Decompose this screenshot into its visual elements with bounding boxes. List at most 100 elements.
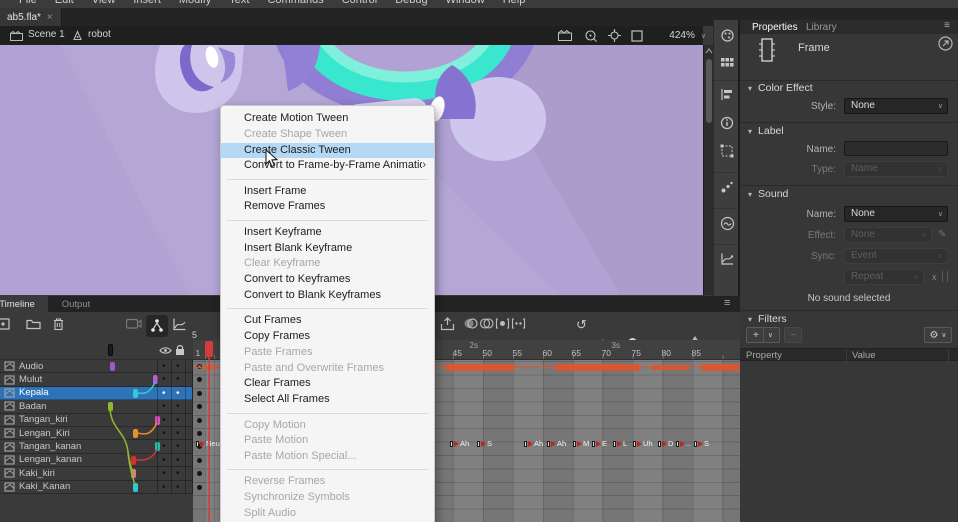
menu-bar-item[interactable]: Edit [46,0,83,6]
context-menu-item[interactable]: Paste Frames [221,345,434,361]
layer-visible-dot[interactable]: • [162,387,166,400]
context-menu-item[interactable]: Split Audio [221,506,434,522]
tab-output[interactable]: Output [50,296,102,312]
parent-marker[interactable] [133,483,138,492]
show-tween-graph-icon[interactable] [172,317,187,331]
menu-bar-item[interactable]: Debug [386,0,436,6]
context-menu-item[interactable]: Paste Motion [221,433,434,449]
parent-marker[interactable] [131,456,136,465]
help-share-icon[interactable] [938,36,953,51]
context-menu-item[interactable]: Synchronize Symbols [221,490,434,506]
frame-label[interactable]: L [613,437,627,450]
frame-label[interactable]: M [573,437,589,450]
parent-marker[interactable] [131,469,136,478]
context-menu-item[interactable]: Copy Frames [221,329,434,345]
layer-lock-dot[interactable]: • [176,481,180,494]
stage-scrollbar[interactable] [703,45,713,295]
sound-name-dropdown[interactable]: None ∨ [844,206,948,222]
motion-editor-icon[interactable] [720,252,734,266]
section-label[interactable]: ▾Label [748,125,784,137]
context-menu-item[interactable]: Convert to Keyframes [221,272,434,288]
sound-repeat-dropdown[interactable]: Repeat ∨ [844,269,924,285]
layer-name-cell[interactable]: Tangan_kiri • • [0,414,193,427]
sound-sync-dropdown[interactable]: Event ∨ [844,248,948,264]
context-menu-item[interactable]: Paste Motion Special... [221,449,434,465]
info-panel-icon[interactable] [720,116,734,130]
layer-lock-dot[interactable]: • [176,360,180,373]
layer-visible-dot[interactable]: • [162,454,166,467]
breadcrumb-scene[interactable]: Scene 1 [28,29,65,40]
layer-lock-dot[interactable]: • [176,373,180,386]
label-name-input[interactable] [844,141,948,156]
context-menu-item[interactable]: Reverse Frames [221,474,434,490]
breadcrumb-symbol[interactable]: robot [88,29,111,40]
context-menu-item[interactable]: Cut Frames [221,313,434,329]
modify-markers-icon[interactable] [511,317,526,330]
frame-label[interactable]: S [477,437,492,450]
layer-lock-dot[interactable]: • [176,400,180,413]
context-menu-item[interactable] [221,174,434,184]
layer-name-cell[interactable]: Audio • • [0,360,193,373]
swatches-icon[interactable] [720,56,735,69]
zoom-level-dropdown[interactable]: 424% ∨ [648,28,706,43]
frame-label[interactable]: .. [676,437,690,450]
menu-bar-item[interactable]: Commands [258,0,332,6]
layer-lock-dot[interactable]: • [176,467,180,480]
filter-options-button[interactable]: ⚙ ∨ [924,327,952,343]
section-sound[interactable]: ▾Sound [748,188,788,200]
transform-panel-icon[interactable] [720,144,734,158]
center-frame-icon[interactable] [608,29,621,42]
parent-marker-column-icon[interactable] [108,344,113,356]
context-menu-item[interactable]: Insert Frame [221,184,434,200]
context-menu-item[interactable] [221,304,434,314]
menu-bar-item[interactable]: Modify [170,0,220,6]
eye-icon[interactable] [159,346,172,355]
label-type-dropdown[interactable]: Name ∨ [844,161,948,177]
layer-visible-dot[interactable]: • [162,373,166,386]
align-panel-icon[interactable] [720,88,735,101]
close-icon[interactable]: × [47,12,53,23]
context-menu-item[interactable]: Insert Keyframe [221,225,434,241]
context-menu-item[interactable]: Insert Blank Keyframe [221,241,434,257]
camera-view-icon[interactable] [558,30,572,41]
stage-scrollbar-thumb[interactable] [706,59,712,123]
layer-name-cell[interactable]: Mulut • • [0,373,193,386]
loop-playback-icon[interactable]: ↺ [576,317,587,333]
layer-visible-dot[interactable]: • [162,360,166,373]
document-tab[interactable]: ab5.fla* × [0,8,62,26]
rotation-tool-icon[interactable] [584,29,597,42]
frame-label[interactable]: S [694,437,709,450]
export-frames-icon[interactable] [440,317,455,331]
frame-label[interactable]: E [592,437,607,450]
panel-menu-icon[interactable]: ≡ [944,20,950,31]
layer-visible-dot[interactable]: • [162,481,166,494]
color-palette-icon[interactable] [720,28,735,43]
creative-cloud-icon[interactable] [720,216,735,231]
repeat-count-stepper[interactable] [942,271,948,282]
edit-multiple-frames-icon[interactable] [495,317,510,330]
menu-bar-item[interactable]: File [10,0,46,6]
playhead[interactable] [205,341,213,357]
menu-bar-item[interactable]: Control [333,0,386,6]
menu-bar-item[interactable]: Insert [124,0,170,6]
frame-label[interactable]: Ah [450,437,469,450]
tab-library[interactable]: Library [806,20,837,34]
parent-marker[interactable] [133,389,138,398]
onion-skin-outline-icon[interactable] [479,317,494,330]
context-menu-item[interactable]: Convert to Frame-by-Frame Animation › [221,158,434,174]
context-menu-item[interactable]: Create Motion Tween [221,111,434,127]
frame-label[interactable]: Ah [547,437,566,450]
context-menu-item[interactable]: Remove Frames [221,199,434,215]
layer-lock-dot[interactable]: • [176,454,180,467]
menu-bar-item[interactable]: Window [437,0,494,6]
brush-dots-icon[interactable] [720,180,734,194]
edit-sound-envelope-icon[interactable]: ✎ [938,229,946,240]
layer-lock-dot[interactable]: • [176,387,180,400]
onion-skin-icon[interactable] [463,317,478,330]
layer-visible-dot[interactable]: • [162,400,166,413]
parent-marker[interactable] [108,402,113,411]
add-filter-button[interactable]: + ∨ [746,327,780,343]
layer-name-cell[interactable]: Kaki_Kanan • • [0,481,193,494]
context-menu-item[interactable]: Convert to Blank Keyframes [221,288,434,304]
frame-label[interactable]: D [658,437,673,450]
